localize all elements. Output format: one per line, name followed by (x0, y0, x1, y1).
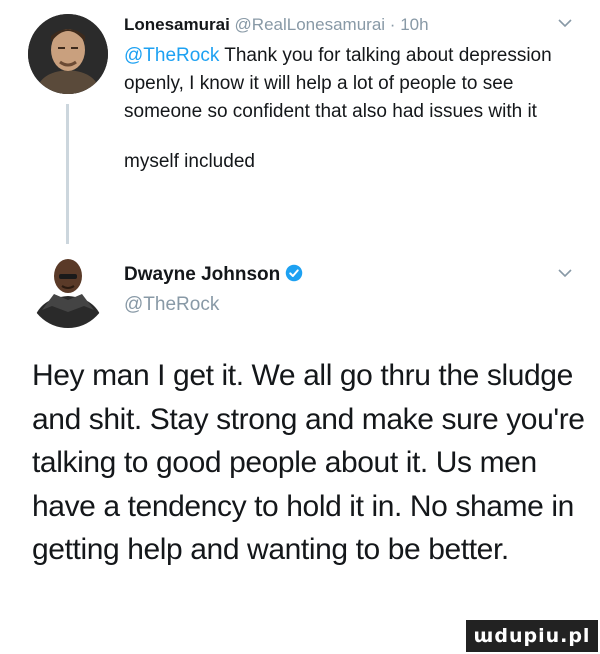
watermark-logo: ɯdupiu.pl (466, 620, 598, 652)
avatar-dwayne-johnson[interactable] (28, 248, 108, 328)
reply-text-extra: myself included (124, 151, 255, 172)
reply-text: @TheRock Thank you for talking about dep… (124, 42, 574, 176)
reply-header: Lonesamurai @RealLonesamurai · 10h (124, 14, 429, 36)
chevron-down-icon[interactable] (558, 15, 572, 31)
main-author-handle[interactable]: @TheRock (124, 294, 219, 316)
reply-author-handle[interactable]: @RealLonesamurai (235, 15, 386, 34)
chevron-down-icon[interactable] (558, 265, 572, 281)
main-tweet-text: Hey man I get it. We all go thru the slu… (32, 359, 585, 567)
verified-badge-icon (286, 264, 303, 282)
main-author-name[interactable]: Dwayne Johnson (124, 264, 280, 285)
thread-connector-line (66, 104, 69, 244)
reply-author-name[interactable]: Lonesamurai (124, 15, 230, 34)
mention-link[interactable]: @TheRock (124, 45, 219, 66)
main-author-name-row[interactable]: Dwayne Johnson (124, 264, 303, 286)
avatar-lonesamurai[interactable] (28, 14, 108, 94)
reply-timestamp[interactable]: 10h (400, 15, 428, 34)
separator-dot: · (389, 15, 396, 34)
